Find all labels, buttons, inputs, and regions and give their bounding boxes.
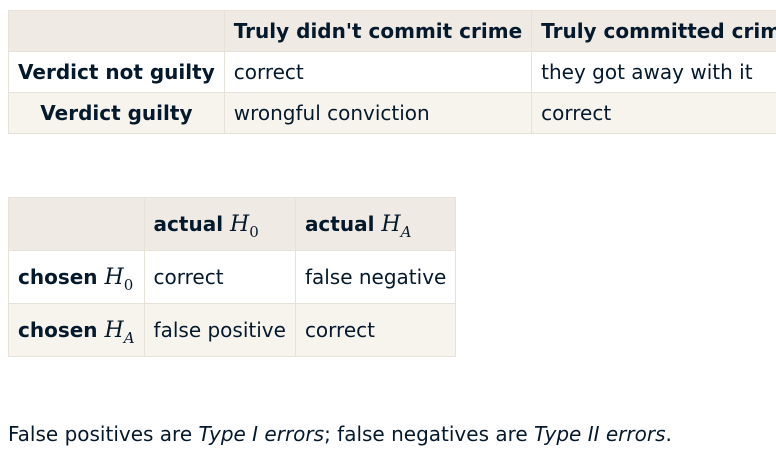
math-ha: HA bbox=[104, 317, 135, 346]
error-types-note: False positives are Type I errors; false… bbox=[8, 422, 672, 446]
verdict-table: Truly didn't commit crime Truly committe… bbox=[8, 10, 776, 134]
math-h0: H0 bbox=[230, 211, 259, 240]
note-text: . bbox=[665, 422, 672, 446]
table-row: chosen HA false positive correct bbox=[8, 303, 457, 357]
row-label-text: chosen bbox=[18, 264, 105, 289]
table-cell: wrongful conviction bbox=[223, 92, 533, 134]
math-subscript: 0 bbox=[249, 222, 259, 241]
table-header-row: Truly didn't commit crime Truly committe… bbox=[8, 10, 776, 52]
header-text: actual bbox=[153, 211, 231, 236]
column-header-committed: Truly committed crime bbox=[531, 10, 776, 52]
table-row: chosen H0 correct false negative bbox=[8, 250, 457, 304]
table-cell: they got away with it bbox=[531, 51, 776, 93]
math-base: H bbox=[104, 264, 124, 290]
math-ha: HA bbox=[381, 211, 411, 240]
table-cell: correct bbox=[531, 92, 776, 134]
math-base: H bbox=[230, 211, 250, 237]
type-one-errors-term: Type I errors bbox=[198, 422, 325, 446]
table-corner-cell bbox=[8, 10, 225, 52]
row-header-chosen-ha: chosen HA bbox=[8, 303, 145, 357]
column-header-actual-h0: actual H0 bbox=[143, 197, 296, 251]
table-cell: correct bbox=[294, 303, 457, 357]
row-header-guilty: Verdict guilty bbox=[8, 92, 225, 134]
table-row: Verdict guilty wrongful conviction corre… bbox=[8, 92, 776, 134]
type-two-errors-term: Type II errors bbox=[534, 422, 666, 446]
column-header-actual-ha: actual HA bbox=[294, 197, 457, 251]
table-cell: false positive bbox=[143, 303, 296, 357]
table-cell: correct bbox=[223, 51, 533, 93]
hypothesis-table: actual H0 actual HA chosen H0 correct fa… bbox=[8, 197, 457, 357]
table-cell: false negative bbox=[294, 250, 457, 304]
table-header-row: actual H0 actual HA bbox=[8, 197, 457, 251]
column-header-not-committed: Truly didn't commit crime bbox=[223, 10, 533, 52]
math-h0: H0 bbox=[104, 264, 134, 293]
table-row: Verdict not guilty correct they got away… bbox=[8, 51, 776, 93]
row-label-text: chosen bbox=[18, 317, 105, 342]
header-text: actual bbox=[304, 211, 382, 236]
table-cell: correct bbox=[143, 250, 296, 304]
note-text: False positives are bbox=[8, 422, 199, 446]
note-text: ; false negatives are bbox=[324, 422, 535, 446]
math-base: H bbox=[104, 317, 124, 343]
row-header-chosen-h0: chosen H0 bbox=[8, 250, 145, 304]
row-header-not-guilty: Verdict not guilty bbox=[8, 51, 225, 93]
math-subscript: A bbox=[123, 328, 135, 347]
table-corner-cell bbox=[8, 197, 145, 251]
math-base: H bbox=[381, 211, 401, 237]
math-subscript: 0 bbox=[123, 275, 134, 294]
math-subscript: A bbox=[400, 222, 412, 241]
